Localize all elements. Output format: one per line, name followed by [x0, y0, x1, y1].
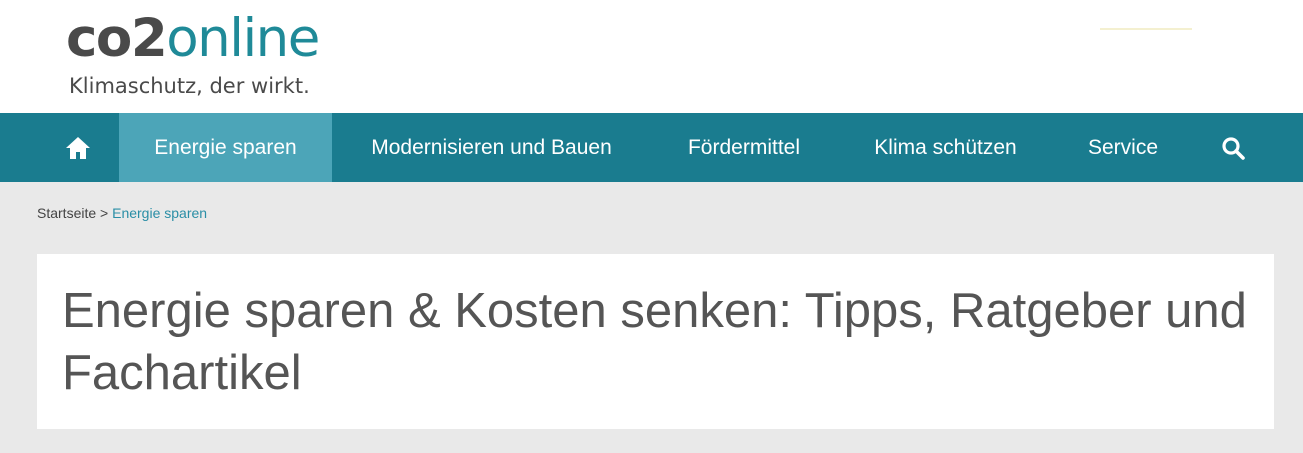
main-navigation: Energie sparen Modernisieren und Bauen F… — [0, 113, 1303, 182]
nav-item-label: Fördermittel — [687, 135, 801, 159]
breadcrumb-separator: > — [100, 205, 109, 221]
nav-item-label: Energie sparen — [154, 135, 297, 159]
nav-item-label: Modernisieren und Bauen — [371, 135, 612, 159]
logo-tagline: Klimaschutz, der wirkt. — [69, 74, 310, 98]
site-logo[interactable]: co2online Klimaschutz, der wirkt. — [66, 6, 336, 106]
breadcrumb: Startseite > Energie sparen — [37, 204, 207, 222]
header-decoration — [1100, 28, 1192, 30]
home-icon — [66, 136, 90, 159]
search-button[interactable] — [1206, 113, 1260, 182]
logo-online: online — [166, 8, 320, 69]
site-header: co2online Klimaschutz, der wirkt. — [0, 0, 1303, 113]
logo-wordmark: co2online — [66, 6, 320, 72]
nav-item-energie-sparen[interactable]: Energie sparen — [119, 113, 332, 182]
breadcrumb-home-link[interactable]: Startseite — [37, 205, 96, 221]
nav-item-modernisieren-und-bauen[interactable]: Modernisieren und Bauen — [332, 113, 651, 182]
nav-home-button[interactable] — [52, 113, 104, 182]
breadcrumb-current-link[interactable]: Energie sparen — [112, 205, 207, 221]
logo-co2: co2 — [66, 8, 168, 69]
page-title: Energie sparen & Kosten senken: Tipps, R… — [62, 284, 1247, 400]
nav-item-label: Service — [1087, 135, 1159, 159]
nav-item-klima-schuetzen[interactable]: Klima schützen — [837, 113, 1054, 182]
search-icon — [1222, 136, 1245, 160]
nav-item-label: Klima schützen — [874, 135, 1017, 159]
nav-item-foerdermittel[interactable]: Fördermittel — [651, 113, 837, 182]
page-title-card: Energie sparen & Kosten senken: Tipps, R… — [37, 254, 1274, 429]
nav-item-service[interactable]: Service — [1054, 113, 1192, 182]
